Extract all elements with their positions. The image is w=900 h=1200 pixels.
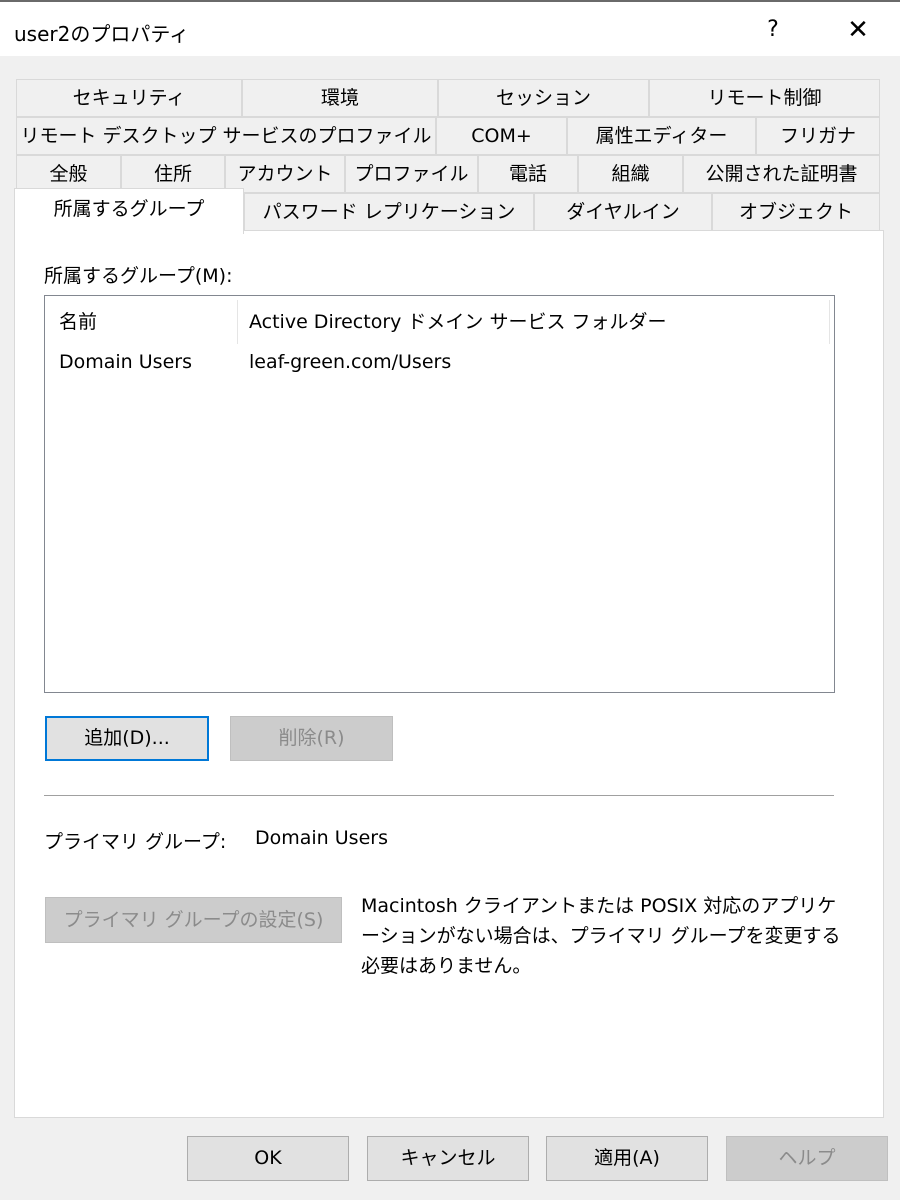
tab-object[interactable]: オブジェクト [712,193,880,231]
ok-button[interactable]: OK [187,1136,349,1181]
primary-group-value: Domain Users [255,827,388,849]
member-of-label: 所属するグループ(M): [44,265,233,287]
column-separator[interactable] [829,300,830,344]
tab-furigana[interactable]: フリガナ [756,117,880,155]
window-title: user2のプロパティ [14,22,190,46]
set-primary-group-button[interactable]: プライマリ グループの設定(S) [45,897,342,943]
title-bar[interactable]: user2のプロパティ ? ✕ [0,2,900,56]
column-header-name[interactable]: 名前 [45,302,237,342]
tab-remote-control[interactable]: リモート制御 [649,79,880,117]
tab-attribute-editor[interactable]: 属性エディター [567,117,756,155]
tab-dial-in[interactable]: ダイヤルイン [534,193,712,231]
section-divider [44,795,834,796]
tab-security[interactable]: セキュリティ [16,79,242,117]
remove-button[interactable]: 削除(R) [230,716,393,761]
help-button[interactable]: ヘルプ [726,1136,888,1181]
cancel-button[interactable]: キャンセル [367,1136,529,1181]
tab-rds-profile[interactable]: リモート デスクトップ サービスのプロファイル [16,117,436,155]
help-icon[interactable]: ? [752,6,794,54]
group-folder-cell: leaf-green.com/Users [249,351,452,373]
tab-organization[interactable]: 組織 [578,155,683,193]
tab-sessions[interactable]: セッション [438,79,649,117]
tab-environment[interactable]: 環境 [242,79,438,117]
column-header-folder[interactable]: Active Directory ドメイン サービス フォルダー [235,302,829,342]
tab-profile[interactable]: プロファイル [345,155,478,193]
primary-group-note-line2: ーションがない場合は、プライマリ グループを変更する [361,925,841,947]
group-name-cell: Domain Users [59,351,192,373]
primary-group-note-line3: 必要はありません。 [361,955,532,977]
table-row[interactable]: Domain Users leaf-green.com/Users [45,346,834,382]
tab-published-certificates[interactable]: 公開された証明書 [683,155,880,193]
tab-com-plus[interactable]: COM+ [436,117,567,155]
add-button[interactable]: 追加(D)... [45,716,209,761]
properties-dialog: user2のプロパティ ? ✕ セキュリティ 環境 セッション リモート制御 リ… [0,0,900,1200]
tab-telephones[interactable]: 電話 [478,155,578,193]
tab-password-replication[interactable]: パスワード レプリケーション [244,193,534,231]
apply-button[interactable]: 適用(A) [546,1136,708,1181]
tab-member-of[interactable]: 所属するグループ [14,188,244,234]
close-icon[interactable]: ✕ [834,6,882,54]
group-list[interactable]: 名前 Active Directory ドメイン サービス フォルダー Doma… [44,295,835,693]
primary-group-note-line1: Macintosh クライアントまたは POSIX 対応のアプリケ [361,895,837,917]
primary-group-label: プライマリ グループ: [44,831,227,853]
